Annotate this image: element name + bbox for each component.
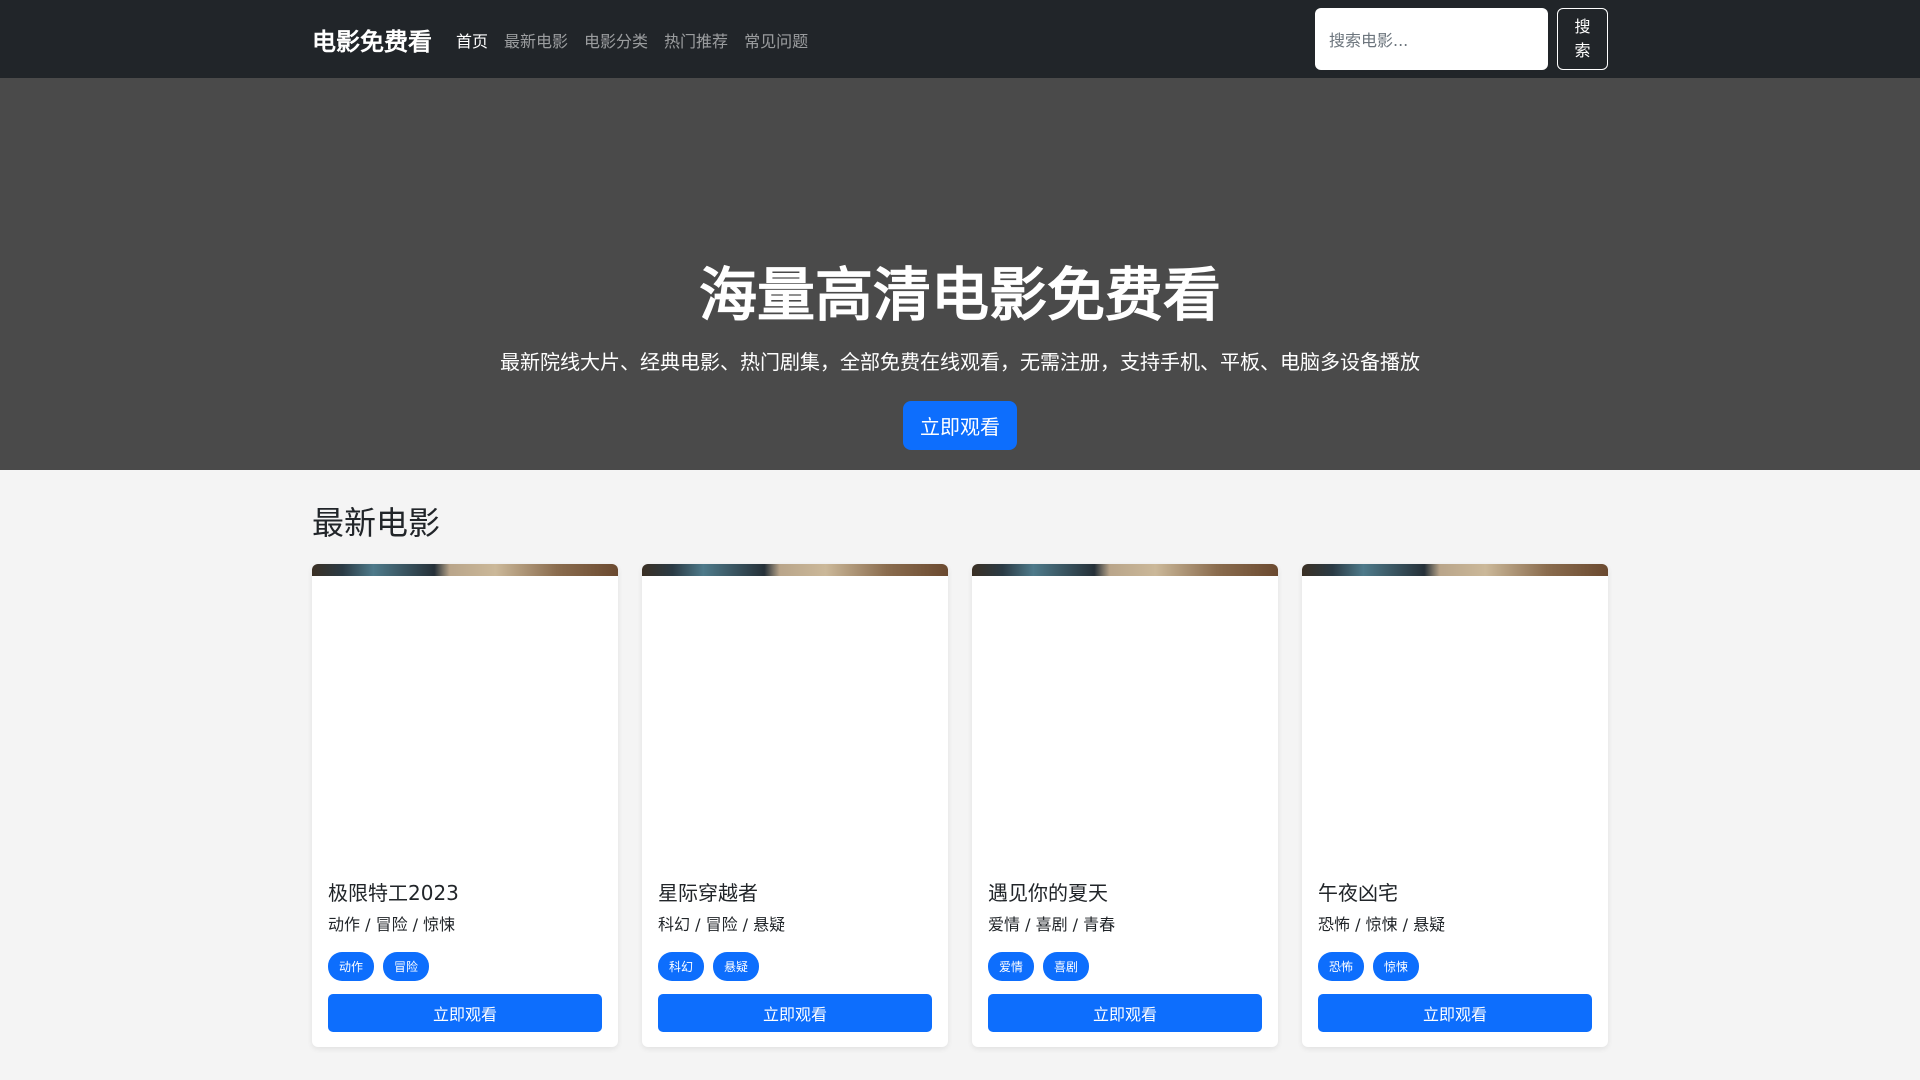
movie-poster[interactable] [642,564,948,576]
nav-latest[interactable]: 最新电影 [504,28,568,52]
genre-badge: 冒险 [383,952,430,981]
movie-genres: 恐怖 / 惊悚 / 悬疑 [1318,915,1446,934]
movie-poster[interactable] [312,564,618,576]
navbar: 电影免费看 首页 最新电影 电影分类 热门推荐 常见问题 搜索电影... 搜索 [0,0,1920,78]
movie-card[interactable]: 遇见你的夏天 爱情 / 喜剧 / 青春 爱情 喜剧 立即观看 [972,564,1278,1047]
nav-categories[interactable]: 电影分类 [584,28,648,52]
movie-tags: 科幻 悬疑 [658,952,760,981]
nav-faq[interactable]: 常见问题 [744,28,808,52]
genre-badge: 科幻 [658,952,705,981]
nav-links: 首页 最新电影 电影分类 热门推荐 常见问题 [456,28,808,52]
movie-title[interactable]: 午夜凶宅 [1318,877,1398,906]
nav-popular[interactable]: 热门推荐 [664,28,728,52]
movie-card[interactable]: 星际穿越者 科幻 / 冒险 / 悬疑 科幻 悬疑 立即观看 [642,564,948,1047]
movie-genres: 动作 / 冒险 / 惊悚 [328,915,456,934]
watch-now-button[interactable]: 立即观看 [328,994,602,1032]
watch-now-button[interactable]: 立即观看 [988,994,1262,1032]
movie-card[interactable]: 午夜凶宅 恐怖 / 惊悚 / 悬疑 恐怖 惊悚 立即观看 [1302,564,1608,1047]
search-button[interactable]: 搜索 [1557,8,1608,70]
nav-home[interactable]: 首页 [456,28,488,52]
movie-title[interactable]: 极限特工2023 [328,877,459,906]
genre-badge: 爱情 [988,952,1035,981]
brand-logo[interactable]: 电影免费看 [312,22,432,57]
movie-tags: 动作 冒险 [328,952,430,981]
movie-grid: 极限特工2023 动作 / 冒险 / 惊悚 动作 冒险 立即观看 星际穿越者 科… [312,564,1608,1047]
movie-card[interactable]: 极限特工2023 动作 / 冒险 / 惊悚 动作 冒险 立即观看 [312,564,618,1047]
genre-badge: 悬疑 [713,952,760,981]
movie-poster[interactable] [1302,564,1608,576]
movie-poster[interactable] [972,564,1278,576]
movie-genres: 爱情 / 喜剧 / 青春 [988,915,1116,934]
watch-now-button[interactable]: 立即观看 [658,994,932,1032]
watch-now-button[interactable]: 立即观看 [1318,994,1592,1032]
genre-badge: 动作 [328,952,375,981]
genre-badge: 恐怖 [1318,952,1365,981]
section-title: 最新电影 [312,504,441,542]
movie-title[interactable]: 星际穿越者 [658,877,758,906]
hero-watch-button[interactable]: 立即观看 [903,401,1017,450]
genre-badge: 惊悚 [1373,952,1420,981]
movie-title[interactable]: 遇见你的夏天 [988,877,1108,906]
movie-tags: 恐怖 惊悚 [1318,952,1420,981]
movie-tags: 爱情 喜剧 [988,952,1090,981]
genre-badge: 喜剧 [1043,952,1090,981]
hero-subtitle: 最新院线大片、经典电影、热门剧集，全部免费在线观看，无需注册，支持手机、平板、电… [500,350,1420,374]
movie-genres: 科幻 / 冒险 / 悬疑 [658,915,786,934]
hero-banner: 海量高清电影免费看 最新院线大片、经典电影、热门剧集，全部免费在线观看，无需注册… [0,78,1920,470]
hero-title: 海量高清电影免费看 [698,261,1221,329]
search-input[interactable]: 搜索电影... [1315,8,1548,70]
